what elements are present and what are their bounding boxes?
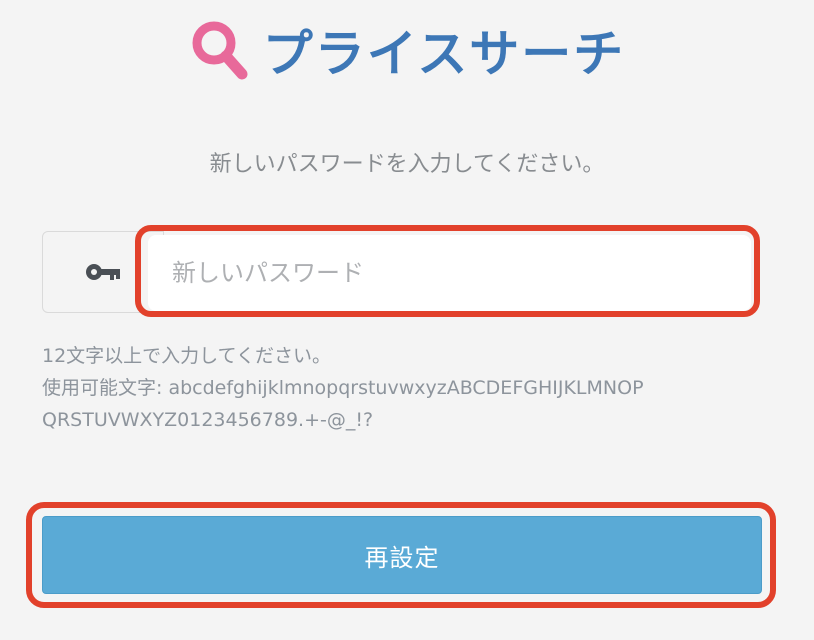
password-hint: 12文字以上で入力してください。 使用可能文字: abcdefghijklmno… [42, 340, 762, 436]
reset-button[interactable]: 再設定 [42, 516, 762, 594]
input-highlight-box [135, 225, 760, 317]
new-password-field [42, 225, 760, 317]
allowed-chars-text-2: QRSTUVWXYZ0123456789.+-@_!? [42, 409, 374, 431]
instruction-text: 新しいパスワードを入力してください。 [209, 152, 605, 177]
logo-title: プライスサーチ [262, 25, 626, 83]
allowed-chars-text-1: 使用可能文字: abcdefghijklmnopqrstuvwxyzABCDEF… [42, 377, 644, 399]
search-magnifier-icon [192, 21, 248, 80]
length-rule-text: 12文字以上で入力してください。 [42, 345, 332, 367]
key-icon [86, 264, 120, 280]
app-logo: プライスサーチ [0, 14, 814, 86]
